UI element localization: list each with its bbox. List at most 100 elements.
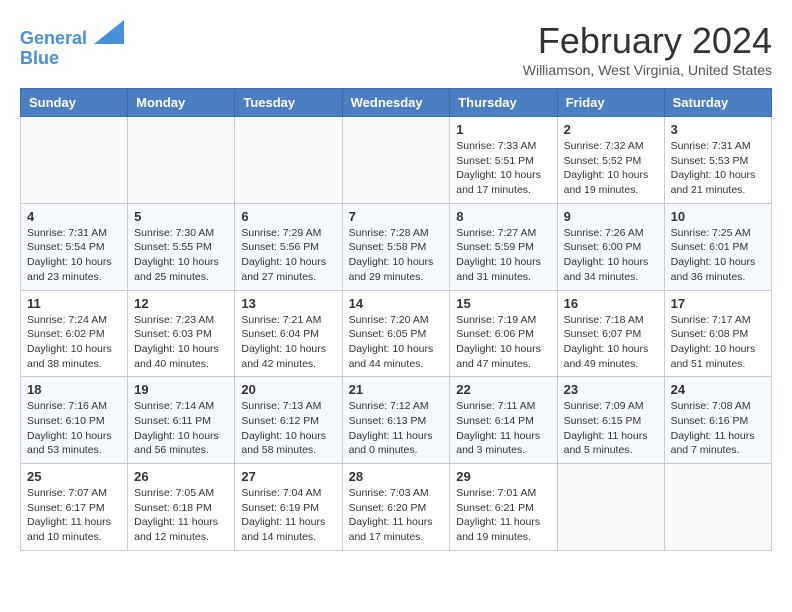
day-info: Sunrise: 7:08 AM Sunset: 6:16 PM Dayligh… [671,399,765,458]
calendar-header: SundayMondayTuesdayWednesdayThursdayFrid… [21,89,772,117]
day-info: Sunrise: 7:04 AM Sunset: 6:19 PM Dayligh… [241,486,335,545]
calendar-cell: 23 Sunrise: 7:09 AM Sunset: 6:15 PM Dayli… [557,377,664,464]
calendar-cell: 24Sunrise: 7:08 AM Sunset: 6:16 PM Dayli… [664,377,771,464]
calendar-cell: 7 Sunrise: 7:28 AM Sunset: 5:58 PM Daylig… [342,203,450,290]
header-day: Tuesday [235,89,342,117]
calendar-table: SundayMondayTuesdayWednesdayThursdayFrid… [20,88,772,551]
calendar-cell: 14 Sunrise: 7:20 AM Sunset: 6:05 PM Dayli… [342,290,450,377]
day-number: 27 [241,469,335,484]
calendar-cell: 16 Sunrise: 7:18 AM Sunset: 6:07 PM Dayli… [557,290,664,377]
calendar-cell: 25 Sunrise: 7:07 AM Sunset: 6:17 PM Dayli… [21,464,128,551]
logo-blue: Blue [20,49,124,69]
day-number: 15 [456,296,550,311]
day-number: 20 [241,382,335,397]
calendar-body: 1 Sunrise: 7:33 AM Sunset: 5:51 PM Daylig… [21,117,772,551]
day-info: Sunrise: 7:20 AM Sunset: 6:05 PM Dayligh… [349,313,444,372]
calendar-cell: 4 Sunrise: 7:31 AM Sunset: 5:54 PM Daylig… [21,203,128,290]
day-info: Sunrise: 7:12 AM Sunset: 6:13 PM Dayligh… [349,399,444,458]
day-info: Sunrise: 7:05 AM Sunset: 6:18 PM Dayligh… [134,486,228,545]
header-day: Monday [128,89,235,117]
day-info: Sunrise: 7:24 AM Sunset: 6:02 PM Dayligh… [27,313,121,372]
day-info: Sunrise: 7:07 AM Sunset: 6:17 PM Dayligh… [27,486,121,545]
calendar-cell: 5 Sunrise: 7:30 AM Sunset: 5:55 PM Daylig… [128,203,235,290]
calendar-cell [21,117,128,204]
day-number: 18 [27,382,121,397]
day-number: 23 [564,382,658,397]
day-info: Sunrise: 7:09 AM Sunset: 6:15 PM Dayligh… [564,399,658,458]
calendar-cell: 20 Sunrise: 7:13 AM Sunset: 6:12 PM Dayli… [235,377,342,464]
day-info: Sunrise: 7:30 AM Sunset: 5:55 PM Dayligh… [134,226,228,285]
calendar-cell: 27 Sunrise: 7:04 AM Sunset: 6:19 PM Dayli… [235,464,342,551]
day-info: Sunrise: 7:19 AM Sunset: 6:06 PM Dayligh… [456,313,550,372]
header-day: Saturday [664,89,771,117]
header-day: Wednesday [342,89,450,117]
day-number: 29 [456,469,550,484]
calendar-cell: 29 Sunrise: 7:01 AM Sunset: 6:21 PM Dayli… [450,464,557,551]
calendar-cell [128,117,235,204]
day-info: Sunrise: 7:03 AM Sunset: 6:20 PM Dayligh… [349,486,444,545]
calendar-cell: 9Sunrise: 7:26 AM Sunset: 6:00 PM Daylig… [557,203,664,290]
calendar-cell: 17Sunrise: 7:17 AM Sunset: 6:08 PM Dayli… [664,290,771,377]
day-number: 7 [349,209,444,224]
day-number: 8 [456,209,550,224]
calendar-cell: 13 Sunrise: 7:21 AM Sunset: 6:04 PM Dayli… [235,290,342,377]
header-day: Thursday [450,89,557,117]
calendar-cell: 26 Sunrise: 7:05 AM Sunset: 6:18 PM Dayli… [128,464,235,551]
month-title: February 2024 [523,20,772,62]
day-number: 9 [564,209,658,224]
title-block: February 2024 Williamson, West Virginia,… [523,20,772,78]
logo-icon [94,20,124,44]
day-number: 25 [27,469,121,484]
day-number: 13 [241,296,335,311]
day-number: 6 [241,209,335,224]
calendar-week: 18 Sunrise: 7:16 AM Sunset: 6:10 PM Dayli… [21,377,772,464]
logo-general: General [20,28,87,48]
day-info: Sunrise: 7:14 AM Sunset: 6:11 PM Dayligh… [134,399,228,458]
calendar-week: 1 Sunrise: 7:33 AM Sunset: 5:51 PM Daylig… [21,117,772,204]
calendar-cell [557,464,664,551]
calendar-cell: 10 Sunrise: 7:25 AM Sunset: 6:01 PM Dayli… [664,203,771,290]
day-number: 1 [456,122,550,137]
day-info: Sunrise: 7:29 AM Sunset: 5:56 PM Dayligh… [241,226,335,285]
day-info: Sunrise: 7:13 AM Sunset: 6:12 PM Dayligh… [241,399,335,458]
day-info: Sunrise: 7:18 AM Sunset: 6:07 PM Dayligh… [564,313,658,372]
header-day: Friday [557,89,664,117]
day-info: Sunrise: 7:01 AM Sunset: 6:21 PM Dayligh… [456,486,550,545]
calendar-cell: 11Sunrise: 7:24 AM Sunset: 6:02 PM Dayli… [21,290,128,377]
day-number: 10 [671,209,765,224]
calendar-week: 11Sunrise: 7:24 AM Sunset: 6:02 PM Dayli… [21,290,772,377]
calendar-cell: 18 Sunrise: 7:16 AM Sunset: 6:10 PM Dayli… [21,377,128,464]
day-info: Sunrise: 7:17 AM Sunset: 6:08 PM Dayligh… [671,313,765,372]
day-info: Sunrise: 7:27 AM Sunset: 5:59 PM Dayligh… [456,226,550,285]
calendar-cell: 3Sunrise: 7:31 AM Sunset: 5:53 PM Daylig… [664,117,771,204]
day-number: 12 [134,296,228,311]
calendar-cell: 8 Sunrise: 7:27 AM Sunset: 5:59 PM Daylig… [450,203,557,290]
day-number: 5 [134,209,228,224]
day-number: 4 [27,209,121,224]
calendar-week: 4 Sunrise: 7:31 AM Sunset: 5:54 PM Daylig… [21,203,772,290]
header-row: SundayMondayTuesdayWednesdayThursdayFrid… [21,89,772,117]
day-number: 21 [349,382,444,397]
day-number: 26 [134,469,228,484]
calendar-cell: 22 Sunrise: 7:11 AM Sunset: 6:14 PM Dayli… [450,377,557,464]
calendar-cell: 19 Sunrise: 7:14 AM Sunset: 6:11 PM Dayli… [128,377,235,464]
day-number: 14 [349,296,444,311]
day-info: Sunrise: 7:23 AM Sunset: 6:03 PM Dayligh… [134,313,228,372]
calendar-cell: 21 Sunrise: 7:12 AM Sunset: 6:13 PM Dayli… [342,377,450,464]
day-number: 16 [564,296,658,311]
day-info: Sunrise: 7:33 AM Sunset: 5:51 PM Dayligh… [456,139,550,198]
page-header: General Blue February 2024 Williamson, W… [20,20,772,78]
day-info: Sunrise: 7:28 AM Sunset: 5:58 PM Dayligh… [349,226,444,285]
day-info: Sunrise: 7:31 AM Sunset: 5:53 PM Dayligh… [671,139,765,198]
day-info: Sunrise: 7:21 AM Sunset: 6:04 PM Dayligh… [241,313,335,372]
day-info: Sunrise: 7:16 AM Sunset: 6:10 PM Dayligh… [27,399,121,458]
day-info: Sunrise: 7:11 AM Sunset: 6:14 PM Dayligh… [456,399,550,458]
calendar-cell: 1 Sunrise: 7:33 AM Sunset: 5:51 PM Daylig… [450,117,557,204]
day-info: Sunrise: 7:25 AM Sunset: 6:01 PM Dayligh… [671,226,765,285]
day-number: 22 [456,382,550,397]
calendar-cell: 12 Sunrise: 7:23 AM Sunset: 6:03 PM Dayli… [128,290,235,377]
day-number: 19 [134,382,228,397]
calendar-cell: 6 Sunrise: 7:29 AM Sunset: 5:56 PM Daylig… [235,203,342,290]
logo-text: General [20,20,124,49]
day-info: Sunrise: 7:31 AM Sunset: 5:54 PM Dayligh… [27,226,121,285]
